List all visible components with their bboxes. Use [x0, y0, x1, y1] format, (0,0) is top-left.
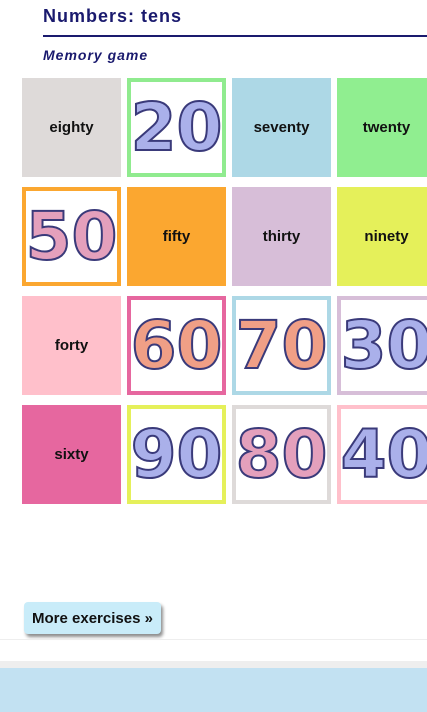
memory-card-number-60[interactable]: 60: [127, 296, 226, 395]
memory-card-word-seventy[interactable]: seventy: [232, 78, 331, 177]
title-divider: [43, 35, 427, 37]
memory-card-word-twenty[interactable]: twenty: [337, 78, 427, 177]
game-subtitle: Memory game: [43, 47, 149, 63]
memory-card-number-40[interactable]: 40: [337, 405, 427, 504]
page-footer: [0, 668, 427, 712]
memory-card-word-thirty[interactable]: thirty: [232, 187, 331, 286]
number-numeral-icon: 70: [236, 306, 327, 385]
memory-card-number-20[interactable]: 20: [127, 78, 226, 177]
memory-card-number-70[interactable]: 70: [232, 296, 331, 395]
card-number-text: 90: [131, 416, 222, 493]
number-numeral-icon: 30: [341, 306, 427, 385]
card-word-label: forty: [54, 337, 89, 354]
more-exercises-button[interactable]: More exercises »: [24, 602, 161, 634]
page-title: Numbers: tens: [43, 6, 183, 26]
number-numeral-icon: 20: [131, 88, 222, 167]
memory-card-word-forty[interactable]: forty: [22, 296, 121, 395]
memory-card-word-eighty[interactable]: eighty: [22, 78, 121, 177]
card-number-text: 40: [341, 416, 427, 493]
memory-card-word-sixty[interactable]: sixty: [22, 405, 121, 504]
card-word-label: seventy: [253, 119, 310, 136]
card-number-text: 20: [131, 89, 222, 166]
number-numeral-icon: 80: [236, 415, 327, 494]
card-word-label: ninety: [364, 228, 409, 245]
number-numeral-icon: 40: [341, 415, 427, 494]
card-number-text: 50: [26, 198, 117, 275]
card-word-label: twenty: [362, 119, 411, 136]
card-number-text: 30: [341, 307, 427, 384]
memory-card-number-80[interactable]: 80: [232, 405, 331, 504]
footer-band: [0, 661, 427, 668]
card-number-text: 80: [236, 416, 327, 493]
number-numeral-icon: 60: [131, 306, 222, 385]
card-word-label: fifty: [162, 228, 191, 245]
page-header: Numbers: tens: [43, 0, 427, 37]
card-number-text: 70: [236, 307, 327, 384]
memory-card-number-30[interactable]: 30: [337, 296, 427, 395]
memory-card-word-ninety[interactable]: ninety: [337, 187, 427, 286]
memory-card-number-90[interactable]: 90: [127, 405, 226, 504]
memory-card-grid: eighty 20 seventy twenty 50 fifty thirty ninety…: [22, 78, 427, 504]
card-word-label: thirty: [262, 228, 301, 245]
number-numeral-icon: 50: [26, 197, 117, 276]
card-word-label: eighty: [49, 119, 94, 136]
card-word-label: sixty: [54, 446, 89, 463]
number-numeral-icon: 90: [131, 415, 222, 494]
memory-card-word-fifty[interactable]: fifty: [127, 187, 226, 286]
footer-divider: [0, 639, 427, 640]
card-number-text: 60: [131, 307, 222, 384]
memory-card-number-50[interactable]: 50: [22, 187, 121, 286]
